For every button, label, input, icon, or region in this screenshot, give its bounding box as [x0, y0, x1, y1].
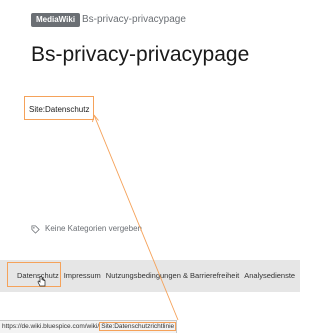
- status-url-highlight: Site:Datenschutzrichtlinie: [99, 322, 176, 331]
- footer-link-nutzungsbedingungen[interactable]: Nutzungsbedingungen & Barrierefreiheit: [106, 271, 239, 280]
- categories-text: Keine Kategorien vergeben: [45, 224, 142, 233]
- page-name-label: Bs-privacy-privacypage: [82, 14, 186, 25]
- footer-highlight-box: [7, 262, 61, 287]
- footer-link-impressum[interactable]: Impressum: [64, 271, 101, 280]
- site-datenschutz-link[interactable]: Site:Datenschutz: [29, 105, 89, 114]
- namespace-badge: MediaWiki: [31, 13, 81, 27]
- footer-link-analysedienste[interactable]: Analysedienste: [244, 271, 295, 280]
- highlighted-content-link: Site:Datenschutz: [24, 96, 95, 120]
- tag-icon: [31, 224, 40, 234]
- status-url-prefix: https://de.wiki.bluespice.com/wiki/: [2, 323, 100, 330]
- page-title: Bs-privacy-privacypage: [31, 43, 250, 66]
- hand-cursor-icon: [37, 276, 46, 287]
- browser-status-bar: https://de.wiki.bluespice.com/wiki/Site:…: [0, 320, 177, 333]
- categories-line: Keine Kategorien vergeben: [31, 223, 142, 235]
